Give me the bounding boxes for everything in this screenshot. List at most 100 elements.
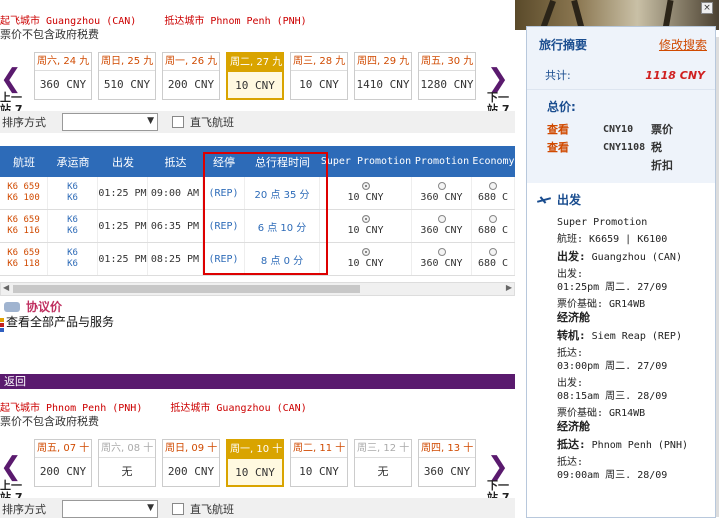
view-tax-link[interactable]: 查看 [547,139,603,157]
date-option[interactable]: 周四, 13 十 360 CNY [418,439,476,487]
arr1-time: 03:00pm 周二. 27/09 [557,361,668,372]
date-option[interactable]: 周一, 26 九 200 CNY [162,52,220,100]
outbound-route: 起飞城市 Guangzhou (CAN) 抵达城市 Phnom Penh (PN… [0,12,329,27]
fare-radio[interactable] [437,215,446,223]
date-label: 周二, 11 十 [291,440,347,458]
fare-radio[interactable] [437,182,446,190]
duration-cell: 6 点 10 分 [245,210,320,242]
scroll-left-icon[interactable]: ◀ [3,283,9,292]
flight-cell: K6 659 K6 118 [0,243,48,275]
direct-flight-checkbox[interactable] [172,503,184,515]
transfer-row: 转机: Siem Reap (REP) [557,329,707,343]
scroll-right-icon[interactable]: ▶ [506,283,512,292]
date-price: 360 CNY [39,78,87,91]
close-icon[interactable]: × [701,2,713,14]
prev-arrow-icon[interactable]: ❮ [0,454,26,480]
sort-select[interactable]: ▼ [62,113,158,131]
date-option[interactable]: 周五, 30 九 1280 CNY [418,52,476,100]
arrive-cell: 09:00 AM [148,177,203,209]
arrive-time: 08:25 PM [150,253,200,265]
flight-number[interactable]: K6 118 [7,259,40,270]
direct-flight-checkbox[interactable] [172,116,184,128]
inbound-to: 抵达城市 Guangzhou (CAN) [170,403,307,414]
notice-label: 查看全部产品与服务 [6,315,115,329]
horizontal-scrollbar[interactable]: ◀ ▶ [0,282,515,296]
table-row[interactable]: K6 659 K6 116 K6 K6 01:25 PM 06:35 PM (REP) 6 点… [0,210,515,243]
date-option[interactable]: 周三, 12 十无 [354,439,412,487]
date-option[interactable]: 周日, 25 九 510 CNY [98,52,156,100]
fare-radio[interactable] [361,182,370,190]
dep-label: 出发: [557,250,586,263]
flight-number[interactable]: K6 100 [7,193,40,204]
col-economy: Economy [472,156,515,167]
carrier-code: K6 [67,193,78,203]
stop-code[interactable]: (REP) [208,188,238,199]
flight-cell: K6 659 K6 116 [0,210,48,242]
date-option[interactable]: 周二, 11 十 10 CNY [290,439,348,487]
scroll-thumb[interactable] [13,285,360,293]
agreement-price[interactable]: 协议价 [4,298,62,315]
col-promotion: Promotion [414,156,470,167]
flight-number[interactable]: K6 659 [7,248,40,259]
date-price: 360 CNY [423,465,471,478]
dep-time-label: 出发: [557,269,584,280]
fare-price: 10 CNY [347,192,384,203]
date-label: 周五, 07 十 [35,440,91,458]
notice-text[interactable]: 查看全部产品与服务 [0,315,115,332]
price-line: 查看 CNY1108 税 [547,139,707,157]
fare-desc: 票价 [651,123,673,136]
date-option[interactable]: 周四, 29 九 1410 CNY [354,52,412,100]
date-option[interactable]: 周三, 28 九 10 CNY [290,52,348,100]
fare-radio[interactable] [489,248,497,256]
date-option[interactable]: 周六, 08 十无 [98,439,156,487]
date-option[interactable]: 周二, 27 九 10 CNY [226,52,284,100]
outbound-date-strip: 周六, 24 九 360 CNY 周日, 25 九 510 CNY 周一, 26 九 20… [34,52,482,100]
date-price: 200 CNY [39,465,87,478]
fare-price: 10 CNY [347,258,384,269]
date-option[interactable]: 周日, 09 十 200 CNY [162,439,220,487]
next-arrow-icon[interactable]: ❯ [487,454,513,480]
price-breakdown: 总价: 查看 CNY10 票价 查看 CNY1108 税 折扣 [527,89,715,183]
price-label: 总价: [547,100,576,114]
sort-label: 排序方式 [2,503,46,516]
arrive-time: 09:00 AM [150,187,200,199]
date-price: 无 [377,465,389,478]
flight-number[interactable]: K6 659 [7,182,40,193]
arrive-cell: 06:35 PM [148,210,203,242]
sort-select[interactable]: ▼ [62,500,158,518]
fare-radio[interactable] [489,215,497,223]
date-option[interactable]: 周五, 07 十 200 CNY [34,439,92,487]
fare-price: 680 C [477,225,509,236]
depart-time: 01:25 PM [98,187,147,199]
table-row[interactable]: K6 659 K6 100 K6 K6 01:25 PM 09:00 AM (REP) 20 … [0,177,515,210]
edit-search-link[interactable]: 修改搜索 [659,36,707,53]
date-option[interactable]: 周六, 24 九 360 CNY [34,52,92,100]
fare-radio[interactable] [437,248,446,256]
economy-fare-cell: 680 C [472,210,515,242]
view-fare-link[interactable]: 查看 [547,121,603,139]
date-option[interactable]: 周一, 10 十 10 CNY [226,439,284,487]
stops-cell: (REP) [203,177,245,209]
date-label: 周四, 13 十 [419,440,475,458]
arr1-label: 抵达: [557,348,584,359]
direct-flight-label: 直飞航班 [190,503,234,516]
prev-arrow-icon[interactable]: ❮ [0,66,26,92]
total-value: 1118 CNY [645,68,705,82]
cabin-class: 经济舱 [557,311,590,324]
col-carrier: 承运商 [56,155,90,169]
departure-title: 出发 [557,193,582,207]
flight-number[interactable]: K6 116 [7,226,40,237]
fare-radio[interactable] [489,182,497,190]
stop-code[interactable]: (REP) [208,254,238,265]
stop-code[interactable]: (REP) [208,221,238,232]
fare-radio[interactable] [361,215,370,223]
table-row[interactable]: K6 659 K6 118 K6 K6 01:25 PM 08:25 PM (REP) 8 点… [0,243,515,276]
flight-number[interactable]: K6 659 [7,215,40,226]
date-price: 1280 CNY [420,78,474,91]
fare-radio[interactable] [361,248,370,256]
dep2-time: 08:15am 周三. 28/09 [557,391,668,402]
plane-icon [537,196,551,204]
next-arrow-icon[interactable]: ❯ [487,66,513,92]
arrival-row: 抵达: Phnom Penh (PNH) [557,438,707,452]
sort-label: 排序方式 [2,116,46,129]
